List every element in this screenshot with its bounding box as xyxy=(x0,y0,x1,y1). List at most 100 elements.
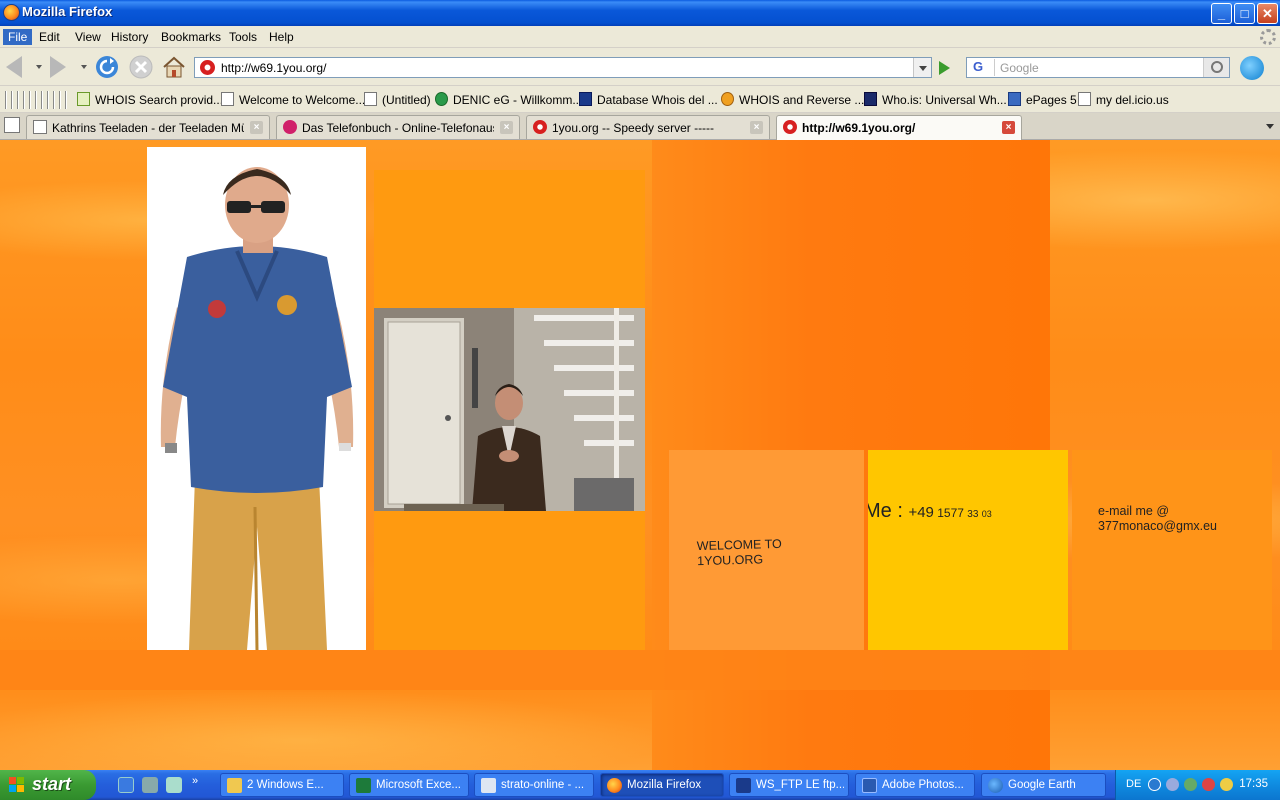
bookmark-whois-search[interactable]: WHOIS Search provid... xyxy=(77,92,223,107)
language-indicator[interactable]: DE xyxy=(1126,778,1141,790)
bookmark-untitled[interactable]: (Untitled) xyxy=(364,92,431,107)
taskbar-clock[interactable]: 17:35 xyxy=(1239,778,1268,790)
tray-alert-icon[interactable] xyxy=(1220,778,1233,791)
task-google-earth[interactable]: Google Earth xyxy=(981,773,1106,797)
task-ws-ftp[interactable]: WS_FTP LE ftp.... xyxy=(729,773,849,797)
bookmark-welcome[interactable]: Welcome to Welcome... xyxy=(221,92,365,107)
bookmark-label: (Untitled) xyxy=(382,93,431,107)
page-icon xyxy=(1078,92,1091,106)
menu-view[interactable]: View xyxy=(70,29,106,45)
epages-icon xyxy=(1008,92,1021,106)
google-earth-icon xyxy=(988,778,1003,793)
outlook-icon xyxy=(481,778,496,793)
search-input[interactable]: Google xyxy=(1000,61,1039,75)
phone-country: +49 xyxy=(908,504,934,521)
menu-bookmarks[interactable]: Bookmarks xyxy=(156,29,226,45)
welcome-text: Welcome to 1YOU.ORG xyxy=(697,537,783,569)
quicklaunch-app-icon[interactable] xyxy=(166,777,182,793)
back-button[interactable] xyxy=(6,56,30,80)
search-box[interactable]: G Google xyxy=(966,57,1230,78)
site-favicon-icon xyxy=(200,60,215,75)
system-tray: DE 17:35 xyxy=(1115,770,1280,800)
search-icon[interactable] xyxy=(1203,58,1229,77)
search-engine-selector[interactable]: G xyxy=(969,59,995,76)
page-icon xyxy=(364,92,377,106)
task-label: 2 Windows E... xyxy=(247,779,324,791)
bookmark-whois-reverse[interactable]: WHOIS and Reverse ... xyxy=(721,92,864,107)
forward-history-dropdown[interactable] xyxy=(81,65,87,69)
tab-telefonbuch[interactable]: Das Telefonbuch - Online-Telefonausk... … xyxy=(276,115,520,139)
tab-list-dropdown[interactable] xyxy=(1262,117,1278,135)
video-still-image xyxy=(374,308,645,511)
email-address-link[interactable]: 377monaco@gmx.eu xyxy=(1098,519,1217,534)
tab-close-button[interactable]: × xyxy=(250,121,263,134)
toolbar-grip xyxy=(59,91,60,109)
tray-app-icon[interactable] xyxy=(1184,778,1197,791)
home-button[interactable] xyxy=(162,55,186,79)
n-icon xyxy=(77,92,90,106)
network-icon[interactable] xyxy=(1166,778,1179,791)
quicklaunch-ie-icon[interactable] xyxy=(118,777,134,793)
quicklaunch-more-icon[interactable]: » xyxy=(192,775,198,787)
ftp-icon xyxy=(736,778,751,793)
window-title: Mozilla Firefox xyxy=(22,4,113,19)
toolbar-grip xyxy=(11,91,12,109)
tab-1you-speedy[interactable]: 1you.org -- Speedy server ----- × xyxy=(526,115,770,139)
task-strato-online[interactable]: strato-online - ... xyxy=(474,773,594,797)
maximize-button[interactable]: □ xyxy=(1234,3,1255,24)
bookmark-who-is[interactable]: Who.is: Universal Wh... xyxy=(864,92,1007,107)
folder-icon xyxy=(227,778,242,793)
bookmark-database-whois[interactable]: Database Whois del ... xyxy=(579,92,718,107)
orange-block-bottom xyxy=(374,511,645,650)
windows-flag-icon xyxy=(9,777,24,792)
toolbar-grip xyxy=(5,91,6,109)
tab-close-button[interactable]: × xyxy=(500,121,513,134)
tab-w69-1you[interactable]: http://w69.1you.org/ × xyxy=(776,115,1022,140)
bookmark-denic[interactable]: DENIC eG - Willkomm... xyxy=(435,92,582,107)
reload-icon xyxy=(96,56,118,78)
new-tab-icon[interactable] xyxy=(4,117,20,133)
task-excel[interactable]: Microsoft Exce... xyxy=(349,773,469,797)
skype-icon[interactable] xyxy=(1240,56,1264,80)
quicklaunch-desktop-icon[interactable] xyxy=(142,777,158,793)
window-title-bar[interactable]: Mozilla Firefox _ □ ✕ xyxy=(0,0,1280,26)
task-mozilla-firefox[interactable]: Mozilla Firefox xyxy=(600,773,724,797)
welcome-tile: Welcome to 1YOU.ORG xyxy=(669,450,864,650)
tray-expand-icon[interactable] xyxy=(1148,778,1161,791)
tab-label: 1you.org -- Speedy server ----- xyxy=(552,121,715,135)
photoshop-icon xyxy=(862,778,877,793)
task-windows-explorer[interactable]: 2 Windows E... xyxy=(220,773,344,797)
back-history-dropdown[interactable] xyxy=(36,65,42,69)
tab-close-button[interactable]: × xyxy=(750,121,763,134)
stop-button[interactable] xyxy=(129,55,153,79)
start-button[interactable]: start xyxy=(0,770,96,800)
menu-edit[interactable]: Edit xyxy=(34,29,65,45)
menu-tools[interactable]: Tools xyxy=(224,29,262,45)
task-adobe-photoshop[interactable]: Adobe Photos... xyxy=(855,773,975,797)
close-window-button[interactable]: ✕ xyxy=(1257,3,1278,24)
menu-file[interactable]: File xyxy=(3,29,33,45)
url-input[interactable]: http://w69.1you.org/ xyxy=(221,61,326,75)
telefonbuch-icon xyxy=(283,120,297,134)
toolbar-grip xyxy=(35,91,36,109)
video-player[interactable] xyxy=(374,308,645,511)
menu-history[interactable]: History xyxy=(106,29,153,45)
phone-number: 1577 xyxy=(937,506,964,520)
page-icon xyxy=(221,92,234,106)
bookmark-delicious[interactable]: my del.icio.us xyxy=(1078,92,1169,107)
bookmark-epages[interactable]: ePages 5 xyxy=(1008,92,1077,107)
bookmark-label: DENIC eG - Willkomm... xyxy=(453,93,583,107)
welcome-line-1: Welcome to xyxy=(696,536,782,554)
go-button[interactable] xyxy=(935,58,955,78)
minimize-button[interactable]: _ xyxy=(1211,3,1232,24)
toolbar-grip xyxy=(29,91,30,109)
reload-button[interactable] xyxy=(95,55,119,79)
forward-button[interactable] xyxy=(50,56,74,80)
menu-help[interactable]: Help xyxy=(264,29,299,45)
address-bar[interactable]: http://w69.1you.org/ xyxy=(194,57,932,78)
start-label: start xyxy=(32,774,72,794)
url-history-dropdown[interactable] xyxy=(913,58,931,77)
tab-kathrins-teeladen[interactable]: Kathrins Teeladen - der Teeladen Mün... … xyxy=(26,115,270,139)
antivirus-icon[interactable] xyxy=(1202,778,1215,791)
tab-close-button[interactable]: × xyxy=(1002,121,1015,134)
